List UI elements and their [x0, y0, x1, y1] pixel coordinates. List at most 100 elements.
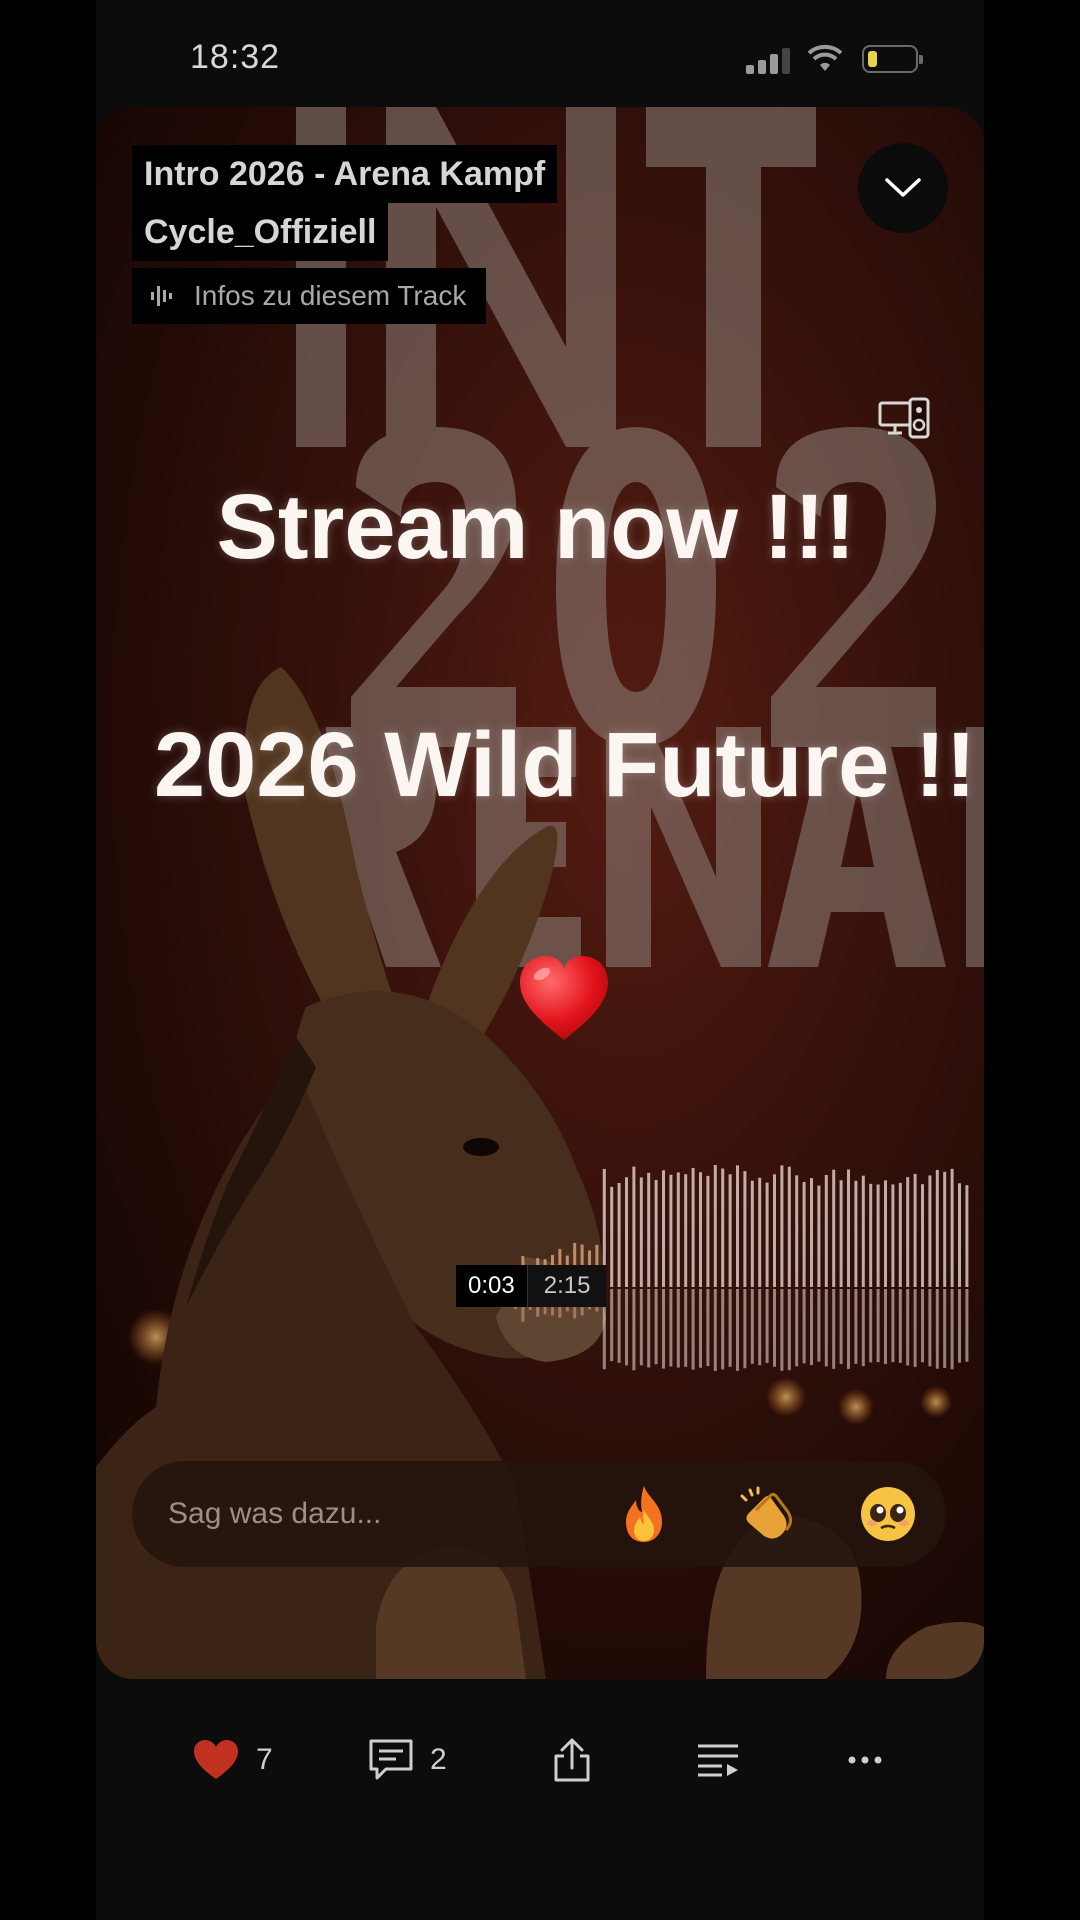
pleading-face-emoji: [861, 1487, 915, 1541]
artwork-overlay: [96, 107, 984, 1679]
caption-text-2: 2026 Wild Future !!: [154, 714, 977, 816]
waveform-bar-reflection: [839, 1289, 843, 1365]
waveform-bar: [839, 1180, 843, 1287]
waveform-bar: [854, 1180, 858, 1287]
more-options-button[interactable]: [848, 1730, 882, 1790]
waveform-bar: [810, 1178, 813, 1287]
waveform-info-icon: [151, 286, 172, 306]
more-icon: [848, 1756, 882, 1764]
waveform-bar-reflection: [891, 1289, 895, 1363]
waveform-bar: [802, 1181, 806, 1287]
waveform-bar: [758, 1177, 762, 1287]
artwork-card[interactable]: Intro 2026 - Arena Kampf Cycle_Offiziell…: [96, 107, 984, 1679]
waveform-bar-reflection: [773, 1289, 776, 1367]
waveform-bar: [684, 1174, 688, 1287]
waveform-bar-reflection: [906, 1289, 910, 1366]
waveform-bar-reflection: [876, 1289, 880, 1363]
waveform-bar: [639, 1177, 643, 1287]
fire-emoji: [626, 1486, 662, 1542]
caption-text-1: Stream now !!!: [216, 476, 856, 578]
chevron-down-icon: [885, 178, 921, 197]
waveform-bar-reflection: [728, 1289, 732, 1367]
waveform-bar: [662, 1170, 665, 1287]
comment-icon: [369, 1739, 413, 1780]
waveform-bar-reflection: [684, 1289, 688, 1367]
waveform-bar-reflection: [817, 1289, 821, 1362]
waveform-bar-reflection: [699, 1289, 702, 1368]
waveform-bar-reflection: [669, 1289, 673, 1367]
waveform-bar-reflection: [847, 1289, 850, 1369]
waveform-bar: [625, 1177, 628, 1287]
wifi-icon: [808, 44, 842, 71]
collapse-player-button[interactable]: [858, 143, 948, 233]
waveform-bar: [906, 1177, 910, 1287]
heart-icon: [194, 1740, 238, 1779]
waveform-bar: [713, 1165, 717, 1287]
cellular-signal-icon: [746, 48, 792, 74]
comment-count: 2: [430, 1743, 447, 1776]
battery-icon: [862, 45, 923, 73]
comment-input[interactable]: Sag was dazu...: [132, 1461, 946, 1567]
waveform-bar-reflection: [824, 1289, 828, 1367]
waveform-bar-reflection: [743, 1289, 747, 1369]
track-title-line-1[interactable]: Intro 2026 - Arena Kampf: [132, 145, 558, 203]
like-count: 7: [256, 1743, 273, 1776]
waveform-bar: [728, 1174, 732, 1287]
waveform-bar: [935, 1169, 939, 1287]
waveform-bar: [706, 1175, 710, 1287]
pleading-face-emoji-button[interactable]: [858, 1484, 918, 1544]
waveform-bar: [691, 1167, 695, 1287]
waveform-bar: [743, 1171, 747, 1287]
waveform-bar-reflection: [632, 1289, 636, 1371]
comment-placeholder[interactable]: Sag was dazu...: [168, 1497, 614, 1531]
heart-emoji: [520, 956, 608, 1040]
waveform-bar-reflection: [780, 1289, 784, 1371]
waveform-bar: [869, 1183, 873, 1287]
current-time: 0:03: [456, 1265, 527, 1307]
waveform-bar-reflection: [935, 1289, 939, 1369]
waveform-bar: [891, 1184, 895, 1287]
track-info-button[interactable]: Infos zu diesem Track: [132, 268, 487, 324]
connect-device-icon[interactable]: [878, 397, 930, 441]
clapping-hands-emoji-button[interactable]: [736, 1484, 796, 1544]
waveform-bar-reflection: [736, 1289, 739, 1371]
track-artist[interactable]: Cycle_Offiziell: [132, 203, 389, 261]
phone-screen: 18:32 Intro 2026 - Arena Kampf Cycle_Off…: [96, 0, 984, 1920]
waveform-bar: [884, 1180, 887, 1287]
waveform-bar: [699, 1172, 702, 1287]
waveform-bar-reflection: [802, 1289, 806, 1364]
add-to-queue-button[interactable]: [696, 1730, 740, 1790]
waveform-bar-reflection: [950, 1289, 954, 1370]
like-button[interactable]: 7: [192, 1730, 273, 1790]
waveform-bar: [617, 1182, 621, 1287]
waveform-bar: [876, 1184, 880, 1287]
waveform-bar-reflection: [810, 1289, 813, 1366]
waveform-bar: [950, 1168, 954, 1287]
waveform-bar: [861, 1175, 865, 1287]
waveform-bar: [750, 1180, 754, 1287]
track-info-label: Infos zu diesem Track: [194, 280, 467, 311]
waveform-bar: [913, 1173, 917, 1287]
waveform-bar: [765, 1182, 769, 1287]
waveform-bar-reflection: [884, 1289, 887, 1365]
share-button[interactable]: [552, 1730, 592, 1790]
waveform-bar-reflection: [706, 1289, 710, 1367]
comments-button[interactable]: 2: [368, 1730, 447, 1790]
playback-time: 0:03 2:15: [456, 1265, 607, 1307]
waveform-bar-reflection: [617, 1289, 621, 1363]
waveform-bar-reflection: [639, 1289, 643, 1366]
waveform-bar: [610, 1186, 614, 1287]
waveform-bar: [817, 1185, 821, 1287]
track-title[interactable]: Intro 2026 - Arena Kampf Cycle_Offiziell: [132, 145, 558, 261]
waveform-bar-reflection: [787, 1289, 791, 1371]
waveform-bar-reflection: [958, 1289, 961, 1363]
waveform-bar-reflection: [869, 1289, 873, 1363]
waveform-bar-reflection: [928, 1289, 932, 1367]
fire-emoji-button[interactable]: [614, 1484, 674, 1544]
queue-icon: [698, 1744, 738, 1777]
waveform-bar: [669, 1174, 673, 1287]
waveform-bar: [795, 1175, 799, 1287]
waveform-bar-reflection: [765, 1289, 769, 1364]
waveform-bar-reflection: [832, 1289, 836, 1369]
waveform-bar-reflection: [691, 1289, 695, 1370]
